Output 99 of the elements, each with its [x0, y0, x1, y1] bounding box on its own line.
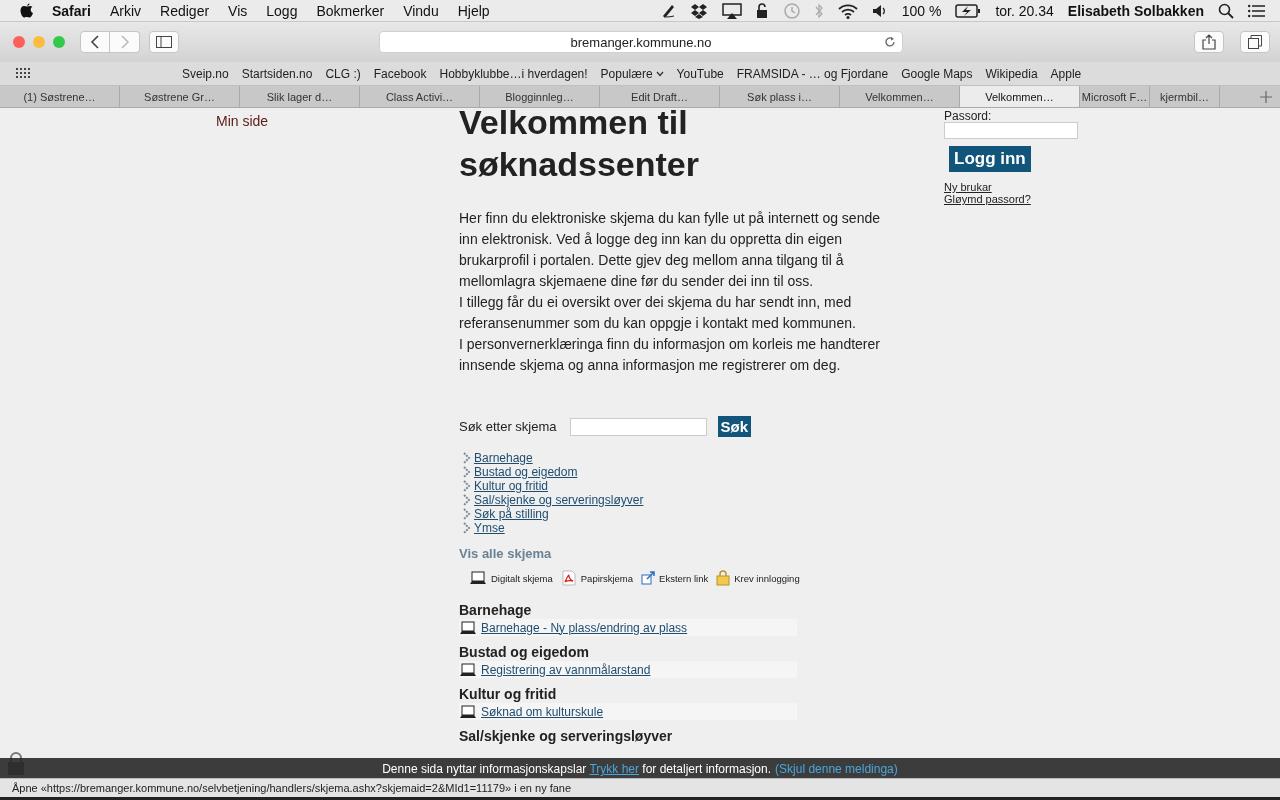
dismiss-link[interactable]: (Skjul denne meldinga): [775, 762, 898, 776]
share-button[interactable]: [1194, 31, 1224, 53]
menu-item[interactable]: Arkiv: [109, 2, 142, 19]
padlock-icon: [716, 570, 731, 586]
intro-paragraph: I personvernerklæringa finn du informasjon om korleis me handterer innsende skjema og anna informasjon me registrerer om deg.: [459, 335, 881, 375]
legend-label: Papirskjema: [580, 572, 634, 584]
details-link[interactable]: Trykk her: [589, 762, 639, 776]
browser-tab[interactable]: Class Activi…: [360, 86, 480, 107]
bookmark-link[interactable]: Facebook: [373, 66, 427, 81]
category-link[interactable]: Bustad og eigedom: [474, 465, 578, 479]
speaker-icon[interactable]: [871, 2, 888, 19]
airplay-icon[interactable]: [721, 2, 742, 19]
caret-icon: [655, 70, 664, 77]
bookmark-link[interactable]: FRAMSIDA - … og Fjordane: [736, 66, 889, 81]
form-link[interactable]: Barnehage - Ny plass/endring av plass: [481, 620, 688, 635]
laptop-icon: [469, 571, 487, 585]
browser-tab[interactable]: Blogginnleg…: [480, 86, 600, 107]
section-heading: Kultur og fritid: [459, 686, 558, 703]
intro-paragraph: I tillegg får du ei oversikt over dei skjema du har sendt inn, med referansenummer som du kan oppgje i kontakt med kommunen.: [459, 293, 857, 333]
menu-item[interactable]: Hjelp: [457, 2, 490, 19]
wifi-icon[interactable]: [837, 2, 858, 19]
category-link[interactable]: Søk på stilling: [474, 507, 549, 521]
cookie-message: Denne sida nyttar informasjonskapslar Trykk her for detaljert informasjon.: [382, 762, 772, 776]
browser-tab[interactable]: Søstrene Gr…: [120, 86, 240, 107]
bookmark-link[interactable]: CLG :): [325, 66, 361, 81]
category-link[interactable]: Ymse: [474, 521, 505, 535]
forward-icon: [119, 35, 130, 49]
password-field[interactable]: [944, 122, 1078, 139]
url-text: bremanger.kommune.no: [570, 34, 712, 50]
browser-tab[interactable]: Microsoft F…: [1080, 86, 1150, 107]
bookmark-link[interactable]: Wikipedia: [985, 66, 1038, 81]
forgot-password-link[interactable]: Gløymd passord?: [944, 193, 1144, 205]
section-heading: Barnehage: [459, 602, 533, 619]
bookmark-link[interactable]: Hobbyklubbe…i hverdagen!: [439, 66, 588, 81]
password-label: Passord:: [944, 110, 993, 122]
battery-icon[interactable]: [955, 3, 982, 18]
status-text: Åpne «https://bremanger.kommune.no/selvbetjening/handlers/skjema.ashx?skjemaid=2&MId1=11179» i en ny fane: [12, 782, 572, 794]
menu-item[interactable]: Bokmerker: [316, 2, 385, 19]
share-icon: [1202, 34, 1216, 50]
menu-item[interactable]: Rediger: [160, 2, 210, 19]
chevron-icon: [463, 494, 471, 506]
bookmark-link[interactable]: Sveip.no: [182, 66, 229, 81]
tabs-icon: [1248, 35, 1262, 49]
menu-item[interactable]: Vis: [228, 2, 248, 19]
browser-tab[interactable]: (1) Søstrene…: [0, 86, 120, 107]
sidebar-icon: [156, 36, 172, 48]
search-icon[interactable]: [1218, 2, 1234, 19]
grid-icon[interactable]: [16, 67, 32, 80]
chevron-icon: [463, 466, 471, 478]
reload-icon[interactable]: [884, 36, 896, 48]
category-link[interactable]: Barnehage: [474, 451, 533, 465]
lock-icon[interactable]: [755, 2, 768, 19]
browser-tab[interactable]: Edit Draft…: [600, 86, 720, 107]
dropbox-icon[interactable]: [689, 2, 708, 19]
browser-tab[interactable]: Søk plass i…: [720, 86, 840, 107]
back-icon: [90, 35, 100, 49]
search-label: Søk etter skjema: [459, 419, 557, 434]
tabs-overview-button[interactable]: [1240, 31, 1270, 53]
search-field[interactable]: [569, 417, 707, 436]
apple-icon[interactable]: [20, 2, 34, 19]
bookmark-link[interactable]: YouTube: [676, 66, 724, 81]
chevron-icon: [463, 452, 471, 464]
browser-tab[interactable]: Slik lager d…: [240, 86, 360, 107]
legend-label: Ekstern link: [659, 572, 709, 584]
intro-paragraph: Her finn du elektroniske skjema du kan fylle ut på internett og sende inn elektronisk. Ved å logge deg inn kan du oppretta din eigen brukarprofil i portalen. Dette gjev deg mellom anna tilgang til å mellomlagra skjemaene dine før du sender dei inn til oss.: [459, 209, 882, 291]
search-button[interactable]: Søk: [717, 416, 752, 437]
address-field[interactable]: bremanger.kommune.no: [379, 31, 903, 53]
chevron-icon: [463, 508, 471, 520]
back-button[interactable]: [80, 31, 110, 53]
app-menu[interactable]: Safari: [52, 2, 91, 19]
legend-label: Krev innlogging: [734, 572, 800, 584]
external-link-icon: [641, 571, 656, 585]
bookmark-link[interactable]: Google Maps: [901, 66, 973, 81]
section-heading: Sal/skjenke og serveringsløyver: [459, 728, 674, 745]
login-button[interactable]: Logg inn: [949, 146, 1031, 172]
new-user-link[interactable]: Ny brukar: [944, 181, 1144, 193]
list-icon[interactable]: [1248, 3, 1266, 18]
battery-percentage: 100 %: [901, 2, 942, 19]
chevron-icon: [463, 522, 471, 534]
section-heading: Bustad og eigedom: [459, 644, 590, 661]
menu-item[interactable]: Vindu: [403, 2, 439, 19]
pdf-icon: [560, 570, 577, 586]
form-link[interactable]: Registrering av vannmålarstand: [481, 662, 651, 677]
legend-label: Digitalt skjema: [491, 572, 553, 584]
min-side-link[interactable]: Min side: [216, 113, 269, 129]
clock: tor. 20.34: [995, 2, 1054, 19]
user-name[interactable]: Elisabeth Solbakken: [1067, 2, 1204, 19]
form-link[interactable]: Søknad om kulturskule: [481, 704, 604, 719]
bookmark-link[interactable]: Startsiden.no: [241, 66, 313, 81]
bookmark-folder[interactable]: Populære: [600, 66, 664, 81]
browser-tab[interactable]: kjermbil…: [1150, 86, 1220, 107]
category-link[interactable]: Sal/skjenke og serveringsløyver: [474, 493, 644, 507]
sidebar-button[interactable]: [149, 31, 179, 53]
menu-item[interactable]: Logg: [266, 2, 298, 19]
bookmark-link[interactable]: Apple: [1050, 66, 1082, 81]
plus-icon: [1260, 90, 1272, 103]
category-link[interactable]: Kultur og fritid: [474, 479, 549, 493]
browser-tab[interactable]: Velkommen…: [960, 86, 1080, 107]
chevron-icon: [463, 480, 471, 492]
